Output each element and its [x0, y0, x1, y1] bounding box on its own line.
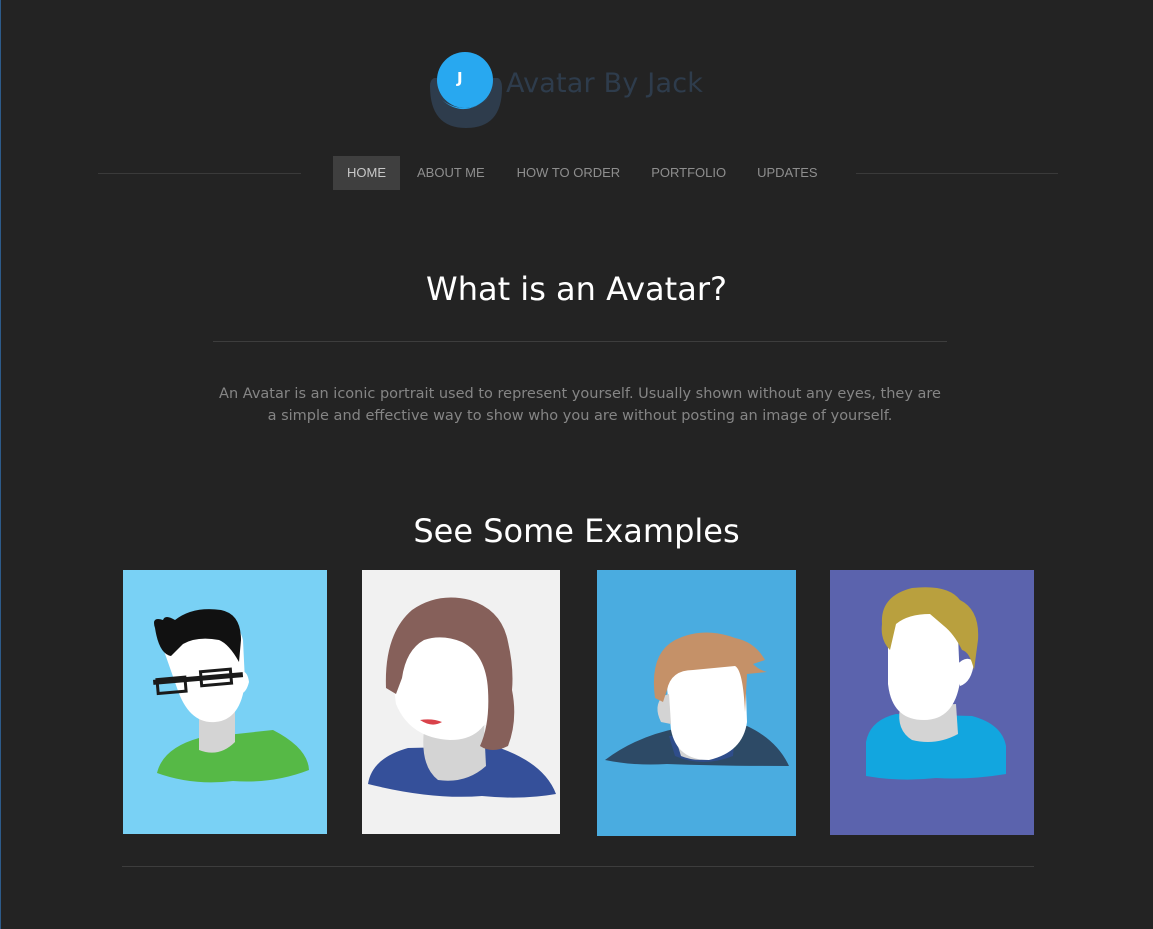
- logo-letter: J: [457, 69, 463, 87]
- examples-heading: See Some Examples: [413, 512, 740, 550]
- avatar-glasses-image: [123, 570, 327, 834]
- nav-divider-left: [98, 173, 301, 174]
- nav-updates[interactable]: UPDATES: [742, 156, 832, 190]
- footer-divider: [122, 866, 1034, 867]
- intro-heading: What is an Avatar?: [426, 270, 727, 308]
- avatar-blond-hair-image: [830, 570, 1034, 835]
- example-card-blond-hair[interactable]: [830, 570, 1034, 835]
- nav-portfolio[interactable]: PORTFOLIO: [635, 156, 742, 190]
- site-logo[interactable]: J Avatar By Jack: [428, 50, 718, 132]
- section-divider: [213, 341, 947, 342]
- example-card-glasses[interactable]: [123, 570, 327, 834]
- site-name[interactable]: Avatar By Jack: [506, 68, 703, 99]
- window-edge: [0, 0, 1, 929]
- intro-text: An Avatar is an iconic portrait used to …: [219, 386, 941, 424]
- nav-how-to-order[interactable]: HOW TO ORDER: [501, 156, 636, 190]
- avatar-ginger-hair-image: [597, 570, 796, 836]
- nav-about-me[interactable]: ABOUT ME: [400, 156, 501, 190]
- example-card-brown-hair[interactable]: [362, 570, 560, 834]
- example-card-ginger-hair[interactable]: [597, 570, 796, 836]
- main-nav: HOME ABOUT ME HOW TO ORDER PORTFOLIO UPD…: [333, 156, 833, 190]
- nav-divider-right: [856, 173, 1058, 174]
- avatar-brown-hair-image: [362, 570, 560, 834]
- nav-home[interactable]: HOME: [333, 156, 400, 190]
